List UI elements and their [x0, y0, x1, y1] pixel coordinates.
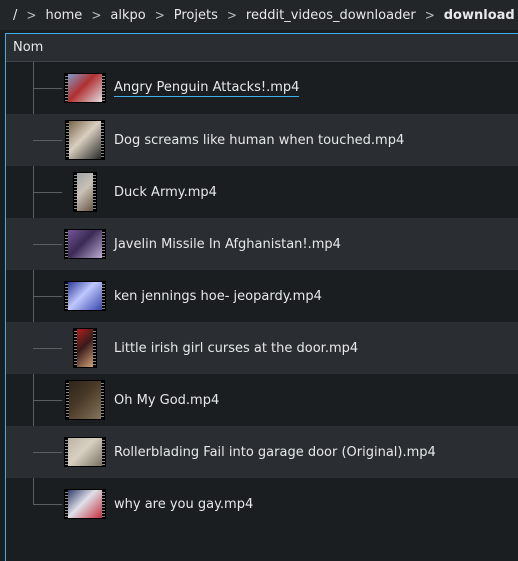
breadcrumb-item[interactable]: /: [10, 8, 20, 23]
column-header-name-label: Nom: [13, 40, 44, 55]
file-row[interactable]: Little irish girl curses at the door.mp4: [6, 322, 518, 374]
file-name: Little irish girl curses at the door.mp4: [114, 322, 358, 374]
file-name: Javelin Missile In Afghanistan!.mp4: [114, 218, 341, 270]
file-name: Oh My God.mp4: [114, 374, 219, 426]
file-name-text: Little irish girl curses at the door.mp4: [114, 340, 359, 356]
breadcrumb-item[interactable]: download: [441, 8, 518, 23]
tree-branch: [33, 244, 62, 245]
tree-branch: [33, 192, 62, 193]
tree-branch: [33, 400, 62, 401]
file-name: Duck Army.mp4: [114, 166, 217, 218]
video-thumbnail: [64, 432, 106, 472]
video-thumbnail: [64, 380, 106, 420]
tree-branch: [33, 88, 62, 89]
file-name-text: ken jennings hoe- jeopardy.mp4: [114, 288, 322, 304]
video-thumbnail: [64, 328, 106, 368]
file-name-text: Oh My God.mp4: [114, 392, 220, 408]
file-name-text: Angry Penguin Attacks!.mp4: [114, 79, 300, 97]
tree-branch: [33, 504, 62, 505]
file-row[interactable]: ken jennings hoe- jeopardy.mp4: [6, 270, 518, 322]
file-name-text: Rollerblading Fail into garage door (Ori…: [114, 444, 436, 460]
video-thumbnail: [64, 484, 106, 524]
file-name-text: why are you gay.mp4: [114, 496, 254, 512]
tree-branch: [33, 348, 62, 349]
file-name: Angry Penguin Attacks!.mp4: [114, 62, 300, 114]
breadcrumb-item[interactable]: reddit_videos_downloader: [243, 8, 419, 23]
breadcrumb-item[interactable]: home: [42, 8, 85, 23]
breadcrumb-separator: >: [91, 7, 102, 23]
video-thumbnail: [64, 276, 106, 316]
file-row[interactable]: Angry Penguin Attacks!.mp4: [6, 62, 518, 114]
file-name: ken jennings hoe- jeopardy.mp4: [114, 270, 322, 322]
file-list-view[interactable]: Nom Angry Penguin Attacks!.mp4 Dog scream…: [5, 33, 518, 561]
file-row[interactable]: Duck Army.mp4: [6, 166, 518, 218]
breadcrumb-item[interactable]: alkpo: [107, 8, 148, 23]
file-name: Dog screams like human when touched.mp4: [114, 114, 404, 166]
breadcrumb: / > home > alkpo > Projets > reddit_videos_downl…: [0, 0, 518, 30]
breadcrumb-separator: >: [154, 7, 165, 23]
file-name: Rollerblading Fail into garage door (Ori…: [114, 426, 436, 478]
file-name-text: Dog screams like human when touched.mp4: [114, 132, 405, 148]
file-row[interactable]: why are you gay.mp4: [6, 478, 518, 530]
tree-branch: [33, 296, 62, 297]
tree-branch: [33, 452, 62, 453]
video-thumbnail: [64, 172, 106, 212]
tree-branch: [33, 140, 62, 141]
file-row[interactable]: Rollerblading Fail into garage door (Ori…: [6, 426, 518, 478]
file-name: why are you gay.mp4: [114, 478, 253, 530]
breadcrumb-item[interactable]: Projets: [171, 8, 221, 23]
file-rows: Angry Penguin Attacks!.mp4 Dog screams li…: [6, 62, 518, 530]
breadcrumb-separator: >: [424, 7, 435, 23]
file-row[interactable]: Javelin Missile In Afghanistan!.mp4: [6, 218, 518, 270]
video-thumbnail: [64, 120, 106, 160]
video-thumbnail: [64, 224, 106, 264]
file-name-text: Duck Army.mp4: [114, 184, 217, 200]
file-row[interactable]: Oh My God.mp4: [6, 374, 518, 426]
column-header-name[interactable]: Nom: [6, 34, 518, 62]
file-row[interactable]: Dog screams like human when touched.mp4: [6, 114, 518, 166]
file-name-text: Javelin Missile In Afghanistan!.mp4: [114, 236, 341, 252]
breadcrumb-separator: >: [26, 7, 37, 23]
breadcrumb-separator: >: [226, 7, 237, 23]
video-thumbnail: [64, 68, 106, 108]
